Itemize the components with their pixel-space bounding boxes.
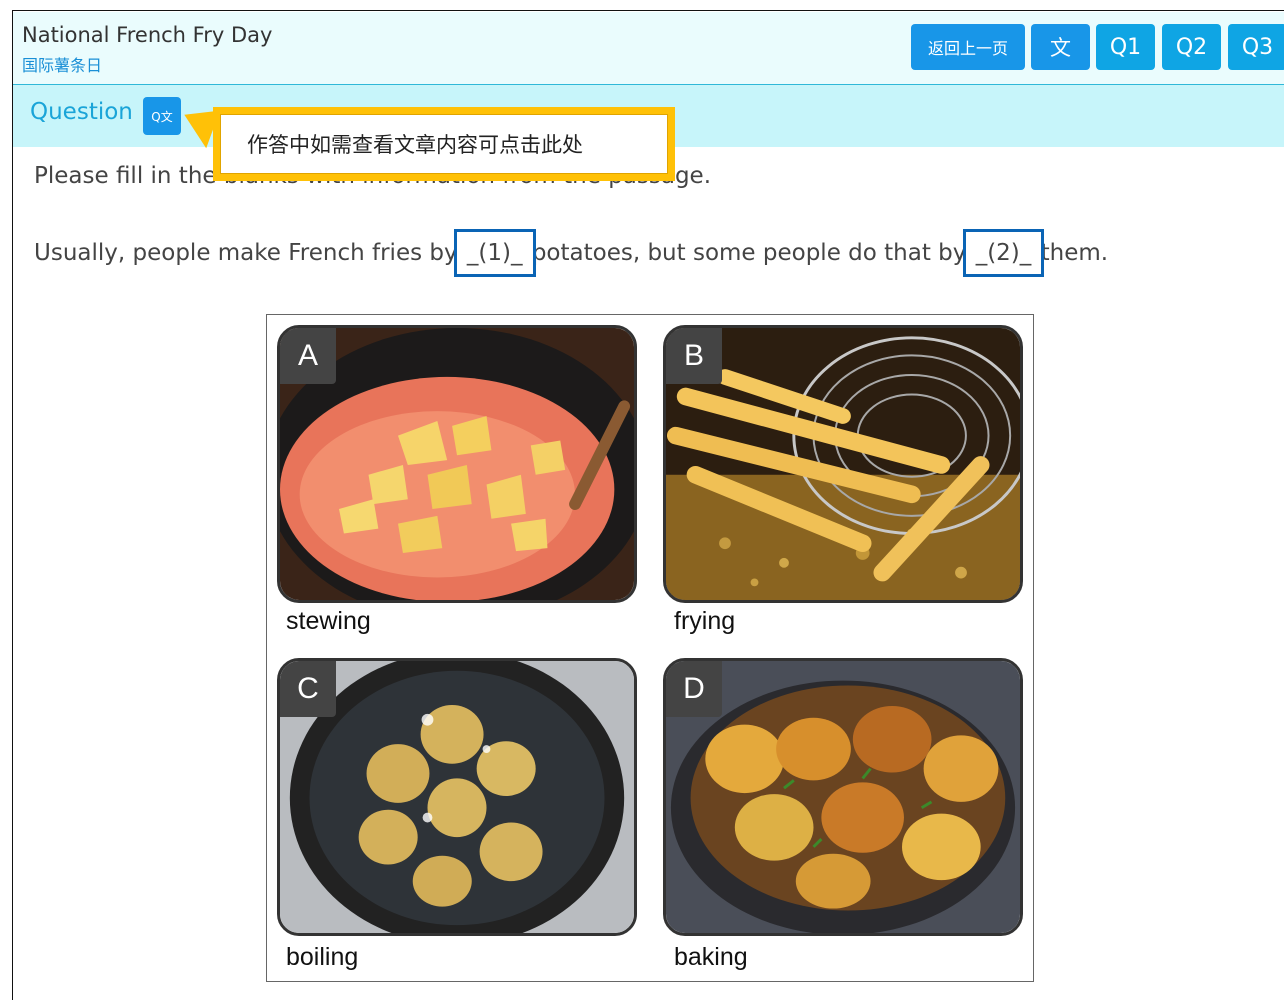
option-card-b[interactable]: B (663, 325, 1023, 603)
header-bar: National French Fry Day 国际薯条日 返回上一页 文 Q1… (13, 12, 1284, 86)
view-text-button[interactable]: 文 (1031, 24, 1090, 70)
option-letter-d: D (666, 661, 722, 717)
sentence-part-2: potatoes, but some people do that by (524, 240, 974, 266)
q1-button[interactable]: Q1 (1096, 24, 1155, 70)
option-letter-a: A (280, 328, 336, 384)
option-letter-b: B (666, 328, 722, 384)
q2-button[interactable]: Q2 (1162, 24, 1221, 70)
question-label: Question (30, 99, 133, 125)
hint-tooltip: 作答中如需查看文章内容可点击此处 (213, 107, 675, 181)
option-caption-a: stewing (286, 607, 371, 635)
q3-button[interactable]: Q3 (1228, 24, 1284, 70)
option-letter-c: C (280, 661, 336, 717)
blank-2[interactable]: _(2)_ (962, 229, 1045, 277)
option-caption-c: boiling (286, 943, 359, 971)
hint-tooltip-text: 作答中如需查看文章内容可点击此处 (220, 114, 668, 174)
page-subtitle: 国际薯条日 (22, 56, 103, 75)
search-text-icon[interactable]: Q文 (143, 97, 181, 135)
option-caption-b: frying (674, 607, 736, 635)
sentence-part-1: Usually, people make French fries by (34, 240, 465, 266)
back-button[interactable]: 返回上一页 (911, 24, 1025, 70)
option-card-d[interactable]: D (663, 658, 1023, 936)
option-caption-d: baking (674, 943, 748, 971)
page-title: National French Fry Day (22, 23, 273, 47)
option-card-c[interactable]: C (277, 658, 637, 936)
option-card-a[interactable]: A (277, 325, 637, 603)
options-panel: A stewing B frying C boiling D baking (266, 314, 1034, 982)
sentence-part-3: them. (1033, 240, 1109, 266)
question-sentence: Usually, people make French fries by _(1… (34, 229, 1109, 277)
blank-1[interactable]: _(1)_ (453, 229, 536, 277)
